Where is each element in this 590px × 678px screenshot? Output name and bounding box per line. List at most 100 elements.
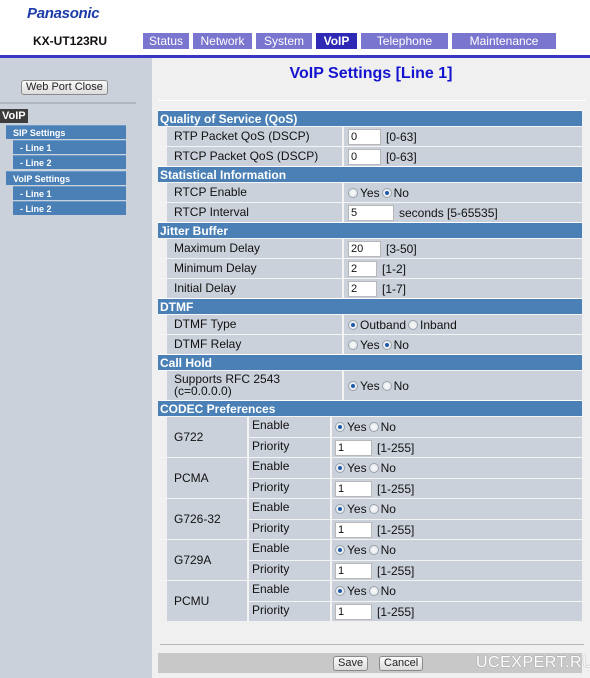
dtmf-relay-label: DTMF Relay (167, 335, 344, 354)
tab-telephone[interactable]: Telephone (361, 33, 448, 49)
initial-delay-range: [1-7] (382, 281, 407, 296)
rtp-qos-input[interactable] (348, 128, 381, 145)
tab-network[interactable]: Network (193, 33, 252, 49)
pcmu-enable-yes-radio[interactable]: Yes (335, 584, 367, 598)
row-initial-delay: Initial Delay [1-7] (158, 278, 582, 298)
title-divider (158, 100, 586, 101)
sidebar-divider (0, 102, 136, 104)
rtcp-interval-input[interactable] (348, 204, 394, 221)
save-button[interactable]: Save (333, 656, 369, 671)
radio-icon (335, 545, 345, 555)
section-header-qos: Quality of Service (QoS) (158, 110, 582, 126)
sidebar-item-voip-settings[interactable]: VoIP Settings (6, 171, 126, 185)
initial-delay-input[interactable] (348, 280, 377, 297)
codec-priority-label: Priority (249, 438, 332, 457)
radio-icon (368, 422, 379, 432)
codec-priority-label: Priority (249, 520, 332, 539)
model-name: KX-UT123RU (33, 34, 108, 48)
priority-range: [1-255] (377, 440, 415, 455)
codec-row-pcma: PCMAEnableYesNo Priority [1-255] (158, 457, 582, 498)
rtcp-qos-range: [0-63] (386, 149, 417, 164)
max-delay-input[interactable] (348, 240, 381, 257)
section-header-statistical: Statistical Information (158, 166, 582, 182)
g722-enable-no-radio[interactable]: No (368, 420, 396, 434)
pcmu-priority-input[interactable] (335, 603, 372, 620)
page: Panasonic KX-UT123RU Status Network Syst… (0, 0, 590, 678)
form-footer: Save Cancel UCEXPERT.RU (158, 653, 590, 673)
radio-icon (335, 504, 345, 514)
rtcp-qos-label: RTCP Packet QoS (DSCP) (167, 147, 344, 166)
priority-range: [1-255] (377, 604, 415, 619)
rtcp-qos-input[interactable] (348, 148, 381, 165)
rfc-2543-yes-radio[interactable]: Yes (348, 379, 380, 393)
section-header-call-hold: Call Hold (158, 354, 582, 370)
watermark: UCEXPERT.RU (476, 654, 590, 671)
codec-priority-label: Priority (249, 561, 332, 580)
radio-selected-icon (381, 339, 392, 350)
min-delay-input[interactable] (348, 260, 377, 277)
sidebar-item-sip-line-2[interactable]: - Line 2 (13, 155, 126, 169)
sidebar-section-title: VoIP (0, 109, 28, 123)
codec-priority-label: Priority (249, 602, 332, 621)
pcma-priority-input[interactable] (335, 480, 372, 497)
radio-icon (335, 422, 345, 432)
radio-selected-icon (348, 380, 358, 391)
tab-voip[interactable]: VoIP (316, 33, 357, 49)
rtcp-enable-no-radio[interactable]: No (381, 186, 409, 200)
rtp-qos-range: [0-63] (386, 129, 417, 144)
dtmf-inband-radio[interactable]: Inband (408, 318, 457, 332)
pcmu-enable-no-radio[interactable]: No (368, 584, 396, 598)
g722-enable-yes-radio[interactable]: Yes (335, 420, 367, 434)
g722-priority-input[interactable] (335, 439, 372, 456)
g729a-priority-input[interactable] (335, 562, 372, 579)
row-max-delay: Maximum Delay [3-50] (158, 238, 582, 258)
pcma-enable-no-radio[interactable]: No (368, 461, 396, 475)
codec-name: G726-32 (167, 499, 249, 539)
sidebar-item-voip-line-1[interactable]: - Line 1 (13, 186, 126, 200)
priority-range: [1-255] (377, 563, 415, 578)
codec-enable-label: Enable (249, 581, 332, 601)
row-dtmf-relay: DTMF Relay Yes No (158, 334, 582, 354)
tab-maintenance[interactable]: Maintenance (452, 33, 556, 49)
section-header-jitter-buffer: Jitter Buffer (158, 222, 582, 238)
radio-icon (368, 504, 379, 514)
radio-selected-icon (381, 187, 392, 198)
row-rtp-qos: RTP Packet QoS (DSCP) [0-63] (158, 126, 582, 146)
dtmf-type-label: DTMF Type (167, 315, 344, 334)
web-port-close-button[interactable]: Web Port Close (21, 80, 108, 95)
g729a-enable-no-radio[interactable]: No (368, 543, 396, 557)
rtp-qos-label: RTP Packet QoS (DSCP) (167, 127, 344, 146)
dtmf-relay-yes-radio[interactable]: Yes (348, 338, 380, 352)
radio-icon (381, 380, 392, 391)
row-rtcp-interval: RTCP Interval seconds [5-65535] (158, 202, 582, 222)
sidebar-item-sip-line-1[interactable]: - Line 1 (13, 140, 126, 154)
radio-icon (368, 586, 379, 596)
rtcp-interval-range: seconds [5-65535] (399, 205, 498, 220)
g726-32-priority-input[interactable] (335, 521, 372, 538)
voip-settings-form: Quality of Service (QoS) RTP Packet QoS … (158, 110, 582, 621)
section-header-codec-preferences: CODEC Preferences (158, 400, 582, 416)
radio-icon (335, 586, 345, 596)
g726-32-enable-yes-radio[interactable]: Yes (335, 502, 367, 516)
rtcp-enable-yes-radio[interactable]: Yes (348, 186, 380, 200)
max-delay-label: Maximum Delay (167, 239, 344, 258)
row-dtmf-type: DTMF Type Outband Inband (158, 314, 582, 334)
priority-range: [1-255] (377, 481, 415, 496)
codec-enable-label: Enable (249, 540, 332, 560)
codec-row-g722: G722EnableYesNo Priority [1-255] (158, 416, 582, 457)
codec-list: G722EnableYesNoPriority[1-255]PCMAEnable… (158, 416, 582, 621)
sidebar-item-voip-line-2[interactable]: - Line 2 (13, 201, 126, 215)
tab-system[interactable]: System (256, 33, 312, 49)
rfc-2543-no-radio[interactable]: No (381, 379, 409, 393)
cancel-button[interactable]: Cancel (379, 656, 424, 671)
g729a-enable-yes-radio[interactable]: Yes (335, 543, 367, 557)
dtmf-relay-no-radio[interactable]: No (381, 338, 409, 352)
tab-status[interactable]: Status (143, 33, 189, 49)
sidebar-item-sip-settings[interactable]: SIP Settings (6, 125, 126, 139)
codec-name: G729A (167, 540, 249, 580)
pcma-enable-yes-radio[interactable]: Yes (335, 461, 367, 475)
g726-32-enable-no-radio[interactable]: No (368, 502, 396, 516)
codec-row-g726-32: G726-32EnableYesNo Priority [1-255] (158, 498, 582, 539)
dtmf-outband-radio[interactable]: Outband (348, 318, 406, 332)
codec-row-g729a: G729AEnableYesNo Priority [1-255] (158, 539, 582, 580)
